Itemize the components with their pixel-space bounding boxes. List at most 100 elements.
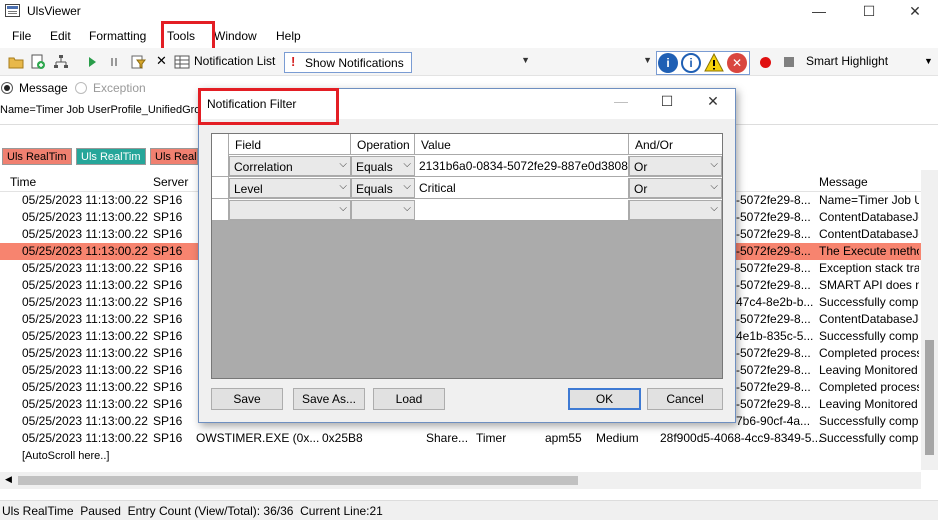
scroll-left-icon[interactable]: ◀ — [5, 474, 12, 485]
exclamation-icon: ! — [291, 54, 296, 69]
column-time[interactable]: Time — [10, 175, 36, 189]
cell-correlation: -5072fe29-8... — [736, 397, 811, 411]
tab-uls-realtime-2[interactable]: Uls RealTim — [76, 148, 146, 165]
ok-button[interactable]: OK — [568, 388, 641, 410]
exception-radio[interactable] — [75, 82, 87, 94]
notification-dropdown[interactable]: ▼ — [412, 52, 534, 73]
cell-correlation: -5072fe29-8... — [736, 261, 811, 275]
cell-message: Exception stack trac — [819, 261, 919, 275]
menu-edit[interactable]: Edit — [50, 29, 71, 43]
table-row[interactable]: 05/25/2023 11:13:00.22 SP16 OWSTIMER.EXE (… — [0, 430, 938, 447]
cell-correlation: 28f900d5-4068-4cc9-8349-5... — [660, 431, 822, 445]
app-title: UlsViewer — [27, 4, 81, 18]
cell-time: 05/25/2023 11:13:00.22 — [22, 414, 148, 428]
record-icon[interactable] — [760, 57, 771, 68]
cell-message: Successfully comple — [819, 431, 919, 445]
field-select[interactable]: Correlation ⌵ — [229, 156, 351, 176]
column-operation[interactable]: Operation — [351, 134, 415, 155]
field-select[interactable]: Level ⌵ — [229, 178, 351, 198]
save-button[interactable]: Save — [211, 388, 283, 410]
cell-correlation: -5072fe29-8... — [736, 346, 811, 360]
close-button[interactable]: ✕ — [892, 0, 938, 24]
tab-uls-realtime-3[interactable]: Uls Real — [150, 148, 198, 165]
autoscroll-marker[interactable]: [AutoScroll here..] — [22, 450, 109, 462]
cell-server: SP16 — [153, 346, 183, 360]
operation-select[interactable]: Equals ⌵ — [351, 156, 415, 176]
value-field[interactable] — [415, 200, 629, 220]
open-folder-icon[interactable] — [8, 54, 24, 70]
cell-message: The Execute method — [819, 244, 919, 258]
vertical-scrollbar[interactable] — [921, 170, 938, 470]
exception-radio-label: Exception — [93, 81, 146, 95]
cell-server: SP16 — [153, 380, 183, 394]
cell-message: ContentDatabaseJob — [819, 227, 919, 241]
table-icon[interactable] — [174, 54, 190, 70]
load-button[interactable]: Load — [373, 388, 445, 410]
cell-thread: 0x25B8 — [322, 431, 363, 445]
row-header — [212, 177, 229, 198]
warning-icon[interactable] — [704, 53, 724, 73]
cell-category: Timer — [476, 431, 507, 445]
value-field[interactable]: Critical — [415, 178, 629, 198]
filter-row: Correlation ⌵ Equals ⌵ 2131b6a0-0834-5072f… — [212, 155, 722, 177]
pause-icon[interactable] — [106, 54, 122, 70]
clear-icon[interactable]: ✕ — [156, 53, 167, 69]
message-radio[interactable] — [1, 82, 13, 94]
cell-time: 05/25/2023 11:13:00.22 — [22, 244, 148, 258]
info-outline-icon[interactable]: i — [681, 53, 701, 73]
stop-icon[interactable] — [784, 57, 794, 67]
network-icon[interactable] — [53, 54, 69, 70]
chevron-down-icon: ⌵ — [710, 203, 718, 214]
cell-message: Name=Timer Job Us — [819, 193, 919, 207]
row-header — [212, 155, 229, 176]
cell-level: Medium — [596, 431, 639, 445]
chevron-down-icon: ⌵ — [403, 159, 411, 170]
status-bar: Uls RealTime Paused Entry Count (View/To… — [0, 500, 938, 520]
and-or-select[interactable]: Or ⌵ — [629, 156, 722, 176]
horizontal-scrollbar[interactable]: ◀ — [0, 472, 921, 489]
show-notifications-button[interactable]: ! Show Notifications — [284, 52, 412, 73]
smart-highlight-button[interactable]: Smart Highlight — [806, 54, 888, 68]
dialog-minimize-button[interactable]: — — [601, 93, 641, 109]
filter-dropdown[interactable]: ▼ — [534, 52, 656, 73]
menu-file[interactable]: File — [12, 29, 31, 43]
column-field[interactable]: Field — [229, 134, 351, 155]
cancel-button[interactable]: Cancel — [647, 388, 723, 410]
menu-window[interactable]: Window — [214, 29, 257, 43]
column-value[interactable]: Value — [415, 134, 629, 155]
operation-select[interactable]: Equals ⌵ — [351, 178, 415, 198]
message-radio-label: Message — [19, 81, 68, 95]
play-icon[interactable] — [84, 54, 100, 70]
cell-server: SP16 — [153, 397, 183, 411]
save-as-button[interactable]: Save As... — [293, 388, 365, 410]
add-file-icon[interactable] — [30, 54, 46, 70]
and-or-select[interactable]: ⌵ — [629, 200, 722, 220]
scroll-thumb[interactable] — [18, 476, 578, 485]
info-filled-icon[interactable]: i — [658, 53, 678, 73]
maximize-button[interactable]: ☐ — [846, 0, 892, 24]
filter-icon[interactable] — [130, 54, 146, 70]
chevron-down-icon: ▼ — [521, 55, 530, 65]
overflow-icon[interactable]: ▼ — [924, 56, 933, 66]
column-message[interactable]: Message — [819, 175, 868, 189]
minimize-button[interactable]: — — [796, 0, 842, 24]
dialog-close-button[interactable]: ✕ — [693, 93, 733, 110]
row-header — [212, 134, 229, 155]
chevron-down-icon: ⌵ — [710, 181, 718, 192]
dialog-maximize-button[interactable]: ☐ — [647, 93, 687, 110]
cell-message: ContentDatabaseJob — [819, 312, 919, 326]
column-and-or[interactable]: And/Or — [629, 134, 722, 155]
value-field[interactable]: 2131b6a0-0834-5072fe29-887e0d380845 — [415, 156, 629, 176]
cell-server: SP16 — [153, 261, 183, 275]
cell-correlation: 7b6-90cf-4a... — [736, 414, 811, 428]
notification-list-button[interactable]: Notification List — [194, 54, 275, 68]
and-or-select[interactable]: Or ⌵ — [629, 178, 722, 198]
scroll-thumb[interactable] — [925, 340, 934, 455]
menu-formatting[interactable]: Formatting — [89, 29, 146, 43]
column-server[interactable]: Server — [153, 175, 188, 189]
menu-help[interactable]: Help — [276, 29, 301, 43]
field-select[interactable]: ⌵ — [229, 200, 351, 220]
error-icon[interactable]: ✕ — [727, 53, 747, 73]
tab-uls-realtime-1[interactable]: Uls RealTim — [2, 148, 72, 165]
operation-select[interactable]: ⌵ — [351, 200, 415, 220]
